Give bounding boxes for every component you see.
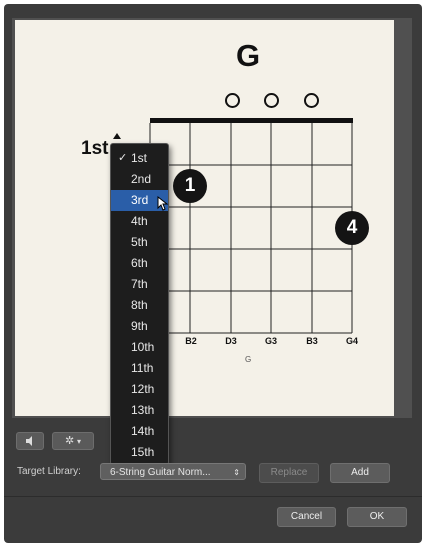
- string-note-label: G3: [264, 336, 277, 346]
- cancel-button[interactable]: Cancel: [277, 507, 336, 527]
- menu-item-12th[interactable]: 12th: [111, 379, 168, 400]
- target-library-select[interactable]: 6-String Guitar Norm... ⇕: [100, 463, 246, 480]
- menu-item-13th[interactable]: 13th: [111, 400, 168, 421]
- select-arrows-icon: ⇕: [233, 468, 240, 477]
- play-chord-button[interactable]: [16, 432, 44, 450]
- fretboard-grid[interactable]: [0, 0, 426, 543]
- menu-item-7th[interactable]: 7th: [111, 274, 168, 295]
- menu-item-8th[interactable]: 8th: [111, 295, 168, 316]
- fret-position-menu: ✓ 1st 2nd 3rd 4th 5th 6th 7th 8th 9th 10…: [110, 143, 169, 465]
- finger-dot[interactable]: 4: [335, 211, 369, 245]
- menu-item-10th[interactable]: 10th: [111, 337, 168, 358]
- string-note-label: G4: [345, 336, 358, 346]
- menu-item-14th[interactable]: 14th: [111, 421, 168, 442]
- menu-item-15th[interactable]: 15th: [111, 442, 168, 463]
- menu-item-4th[interactable]: 4th: [111, 211, 168, 232]
- menu-item-6th[interactable]: 6th: [111, 253, 168, 274]
- replace-button[interactable]: Replace: [259, 463, 319, 483]
- string-note-label: D3: [225, 336, 237, 346]
- add-button[interactable]: Add: [330, 463, 390, 483]
- chord-caption: G: [245, 355, 252, 364]
- footer-divider: [4, 496, 422, 497]
- nut-bar: [150, 118, 353, 123]
- menu-item-5th[interactable]: 5th: [111, 232, 168, 253]
- menu-item-11th[interactable]: 11th: [111, 358, 168, 379]
- string-note-label: B2: [185, 336, 197, 346]
- mouse-cursor-icon: [157, 196, 169, 211]
- checkmark-icon: ✓: [118, 152, 128, 164]
- menu-item-1st[interactable]: ✓ 1st: [111, 148, 168, 169]
- menu-item-9th[interactable]: 9th: [111, 316, 168, 337]
- speaker-icon: [26, 436, 32, 446]
- action-menu-button[interactable]: ✲ ▾: [52, 432, 94, 450]
- ok-button[interactable]: OK: [347, 507, 407, 527]
- target-library-label: Target Library:: [17, 466, 81, 477]
- chevron-down-icon: ▾: [76, 437, 81, 446]
- finger-dot[interactable]: 1: [173, 169, 207, 203]
- menu-item-2nd[interactable]: 2nd: [111, 169, 168, 190]
- gear-icon: ✲: [64, 435, 75, 447]
- string-note-label: B3: [306, 336, 318, 346]
